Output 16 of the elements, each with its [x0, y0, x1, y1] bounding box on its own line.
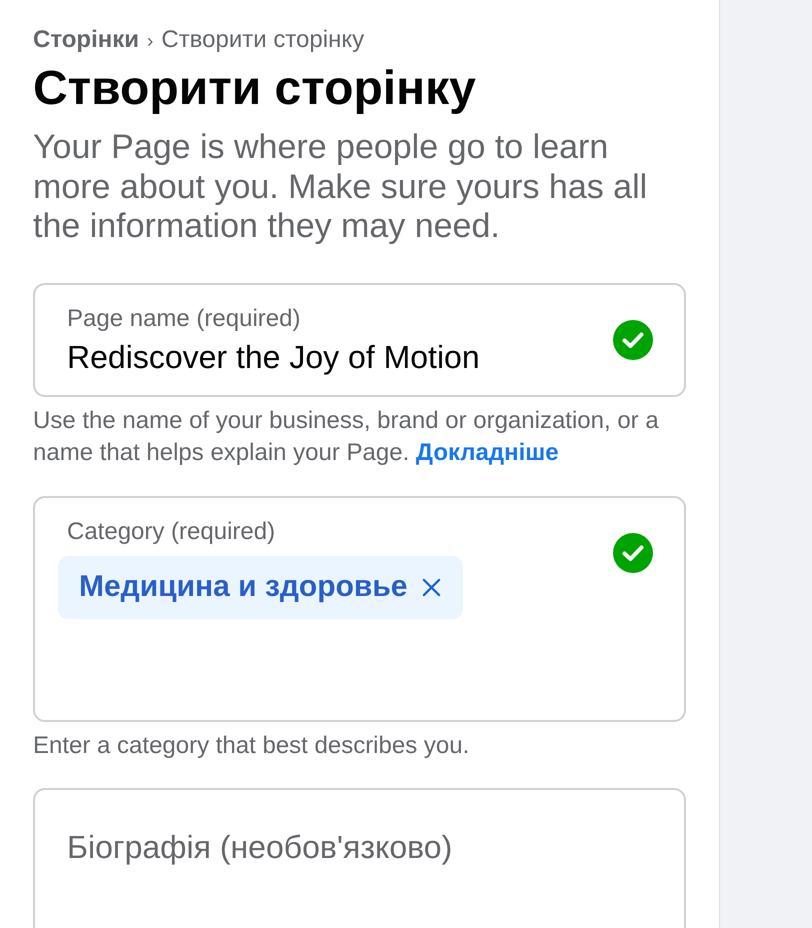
learn-more-link[interactable]: Докладніше [416, 438, 559, 466]
field-label: Page name (required) [67, 304, 300, 332]
page-title: Створити сторінку [33, 61, 477, 117]
field-label: Category (required) [67, 518, 276, 546]
field-value: Rediscover the Joy of Motion [67, 338, 480, 376]
help-text: Use the name of your business, brand or organization, or a name that helps explain your Page. Докладніше [33, 406, 660, 468]
page-name-field[interactable]: Page name (required) Rediscover the Joy of Motion [33, 282, 686, 396]
tag-label: Медицина и здоровье [79, 570, 408, 604]
breadcrumb-link[interactable]: Сторінки [33, 25, 140, 55]
page-description: Your Page is where people go to learn more about you. Make sure yours has all the information they may need. [33, 128, 648, 246]
breadcrumb-current: Створити сторінку [161, 25, 364, 55]
breadcrumb-separator: › [147, 30, 154, 54]
bio-field[interactable]: Біографія (необов'язково) [33, 788, 686, 928]
category-field[interactable]: Category (required) Медицина и здоровье [33, 496, 686, 722]
close-icon[interactable] [422, 578, 442, 596]
help-text: Enter a category that best describes you. [33, 730, 470, 760]
